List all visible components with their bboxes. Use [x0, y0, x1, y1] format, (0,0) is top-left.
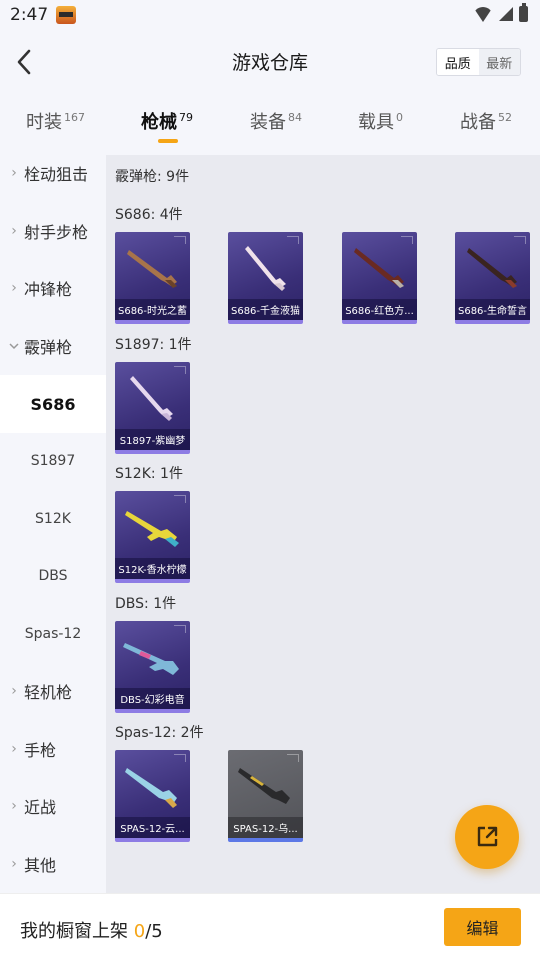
sidebar-item-label: 冲锋枪: [24, 280, 73, 299]
showcase-status: 我的橱窗上架 0/5: [20, 917, 163, 943]
chevron-down-icon: [4, 342, 24, 350]
sort-option-quality[interactable]: 品质: [437, 49, 479, 75]
sidebar-item-label: 近战: [24, 798, 57, 817]
tab-label: 枪械: [141, 112, 177, 133]
tab-guns[interactable]: 枪械 79: [141, 108, 193, 134]
item-name: S686-千金液猫: [228, 299, 303, 320]
shotgun-icon: [125, 768, 177, 808]
battery-icon: [519, 3, 528, 22]
shotgun-icon: [127, 250, 177, 288]
sidebar-item-label: 手枪: [24, 741, 57, 760]
sidebar: › 栓动狙击 › 射手步枪 › 冲锋枪 霰弹枪 S686 S1897 S12K …: [0, 155, 106, 893]
active-tab-indicator: [158, 139, 178, 143]
chevron-right-icon: ›: [11, 223, 17, 239]
item-name: DBS-幻彩电音: [115, 688, 190, 709]
sort-toggle: 品质 最新: [436, 48, 521, 76]
showcase-total-count: /5: [145, 921, 163, 942]
chevron-right-icon: ›: [11, 798, 17, 814]
showcase-label: 我的橱窗上架: [20, 921, 128, 942]
sidebar-item-other[interactable]: › 其他: [0, 835, 106, 893]
item-name: S686-红色方...: [342, 299, 417, 320]
sidebar-item-label: 射手步枪: [24, 223, 89, 242]
tab-label: 载具: [358, 112, 394, 133]
group-label-spas12: Spas-12: 2件: [115, 725, 204, 741]
sidebar-item-shotgun[interactable]: 霰弹枪: [0, 317, 106, 375]
tab-label: 时装: [26, 112, 62, 133]
item-name: S686-时光之蓄: [115, 299, 190, 320]
item-card[interactable]: SPAS-12-云...: [115, 750, 190, 842]
external-link-icon: [477, 826, 498, 847]
item-card[interactable]: SPAS-12-乌...: [228, 750, 303, 842]
sidebar-item-pistol[interactable]: › 手枪: [0, 720, 106, 778]
chevron-right-icon: ›: [11, 741, 17, 757]
tab-supplies[interactable]: 战备 52: [460, 108, 512, 134]
sidebar-item-label: 轻机枪: [24, 683, 73, 702]
tab-count: 0: [396, 111, 403, 124]
status-time: 2:47: [10, 5, 49, 25]
tab-count: 79: [179, 111, 193, 124]
sidebar-sub-dbs[interactable]: DBS: [0, 547, 106, 605]
item-card[interactable]: S686-千金液猫: [228, 232, 303, 324]
shotgun-icon: [354, 248, 404, 288]
status-bar: 2:47: [0, 0, 540, 30]
item-name: S1897-紫幽梦: [115, 429, 190, 450]
item-name: S12K-香水柠檬: [115, 558, 190, 579]
sort-option-latest[interactable]: 最新: [478, 49, 520, 75]
sidebar-item-smg[interactable]: › 冲锋枪: [0, 259, 106, 317]
sidebar-item-melee[interactable]: › 近战: [0, 777, 106, 835]
item-card[interactable]: S686-时光之蓄: [115, 232, 190, 324]
sidebar-item-label: 霰弹枪: [24, 338, 73, 357]
tab-count: 52: [498, 111, 512, 124]
sidebar-sub-s686[interactable]: S686: [0, 375, 106, 433]
tab-label: 装备: [250, 112, 286, 133]
shotgun-icon: [130, 376, 173, 421]
sidebar-item-label: 栓动狙击: [24, 165, 89, 184]
item-card[interactable]: S1897-紫幽梦: [115, 362, 190, 454]
item-card[interactable]: S686-生命誓言: [455, 232, 530, 324]
group-label-s686: S686: 4件: [115, 207, 183, 223]
chevron-right-icon: ›: [11, 856, 17, 872]
item-name: SPAS-12-乌...: [228, 817, 303, 838]
tab-vehicles[interactable]: 载具 0: [358, 108, 403, 134]
item-card[interactable]: DBS-幻彩电音: [115, 621, 190, 713]
item-grid-panel: 霰弹枪: 9件 S686: 4件 S686-时光之蓄 S686-千金液猫 S68…: [106, 155, 540, 893]
sidebar-item-bolt-action-sniper[interactable]: › 栓动狙击: [0, 144, 106, 202]
chevron-right-icon: ›: [11, 683, 17, 699]
sidebar-sub-s12k[interactable]: S12K: [0, 490, 106, 548]
tab-fashion[interactable]: 时装 167: [26, 108, 85, 134]
item-name: SPAS-12-云...: [115, 817, 190, 838]
tab-count: 84: [288, 111, 302, 124]
chevron-right-icon: ›: [11, 280, 17, 296]
category-summary: 霰弹枪: 9件: [115, 169, 190, 185]
bottom-bar: 我的橱窗上架 0/5 编辑: [0, 893, 540, 960]
sidebar-sub-spas12[interactable]: Spas-12: [0, 605, 106, 663]
item-card[interactable]: S686-红色方...: [342, 232, 417, 324]
sidebar-sub-s1897[interactable]: S1897: [0, 432, 106, 490]
group-label-dbs: DBS: 1件: [115, 596, 177, 612]
header: 游戏仓库 品质 最新: [0, 30, 540, 94]
shotgun-icon: [467, 248, 517, 288]
sidebar-item-label: 其他: [24, 856, 57, 875]
shotgun-icon: [123, 643, 179, 675]
shotgun-icon: [245, 246, 286, 291]
app-notification-icon: [56, 6, 77, 24]
tab-equipment[interactable]: 装备 84: [250, 108, 302, 134]
sidebar-item-lmg[interactable]: › 轻机枪: [0, 662, 106, 720]
group-label-s1897: S1897: 1件: [115, 337, 192, 353]
item-card[interactable]: S12K-香水柠檬: [115, 491, 190, 583]
signal-icon: [499, 7, 513, 21]
status-icons: [473, 3, 528, 22]
wifi-icon: [473, 6, 493, 22]
share-button[interactable]: [455, 805, 519, 869]
shotgun-icon: [125, 511, 179, 547]
tab-count: 167: [64, 111, 85, 124]
group-label-s12k: S12K: 1件: [115, 466, 183, 482]
tab-label: 战备: [460, 112, 496, 133]
item-name: S686-生命誓言: [455, 299, 530, 320]
showcase-current-count: 0: [133, 921, 146, 942]
sidebar-item-marksman-rifle[interactable]: › 射手步枪: [0, 202, 106, 260]
chevron-right-icon: ›: [11, 165, 17, 181]
shotgun-icon: [238, 768, 290, 804]
edit-button[interactable]: 编辑: [444, 908, 521, 946]
